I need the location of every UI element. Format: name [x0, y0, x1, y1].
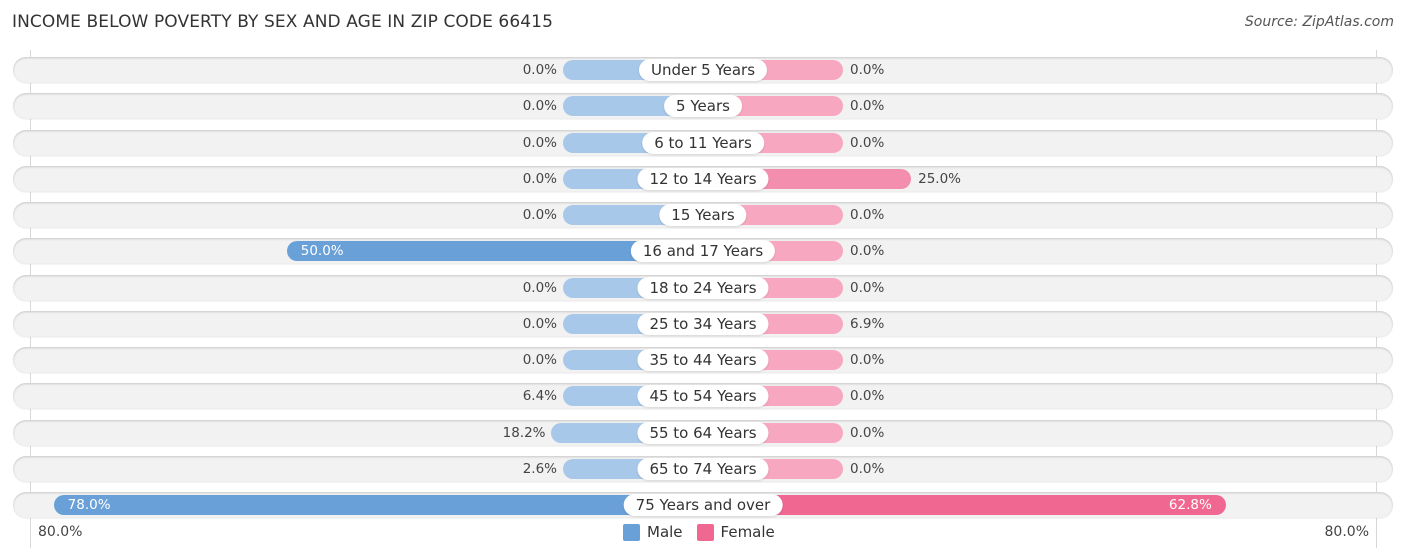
value-label-male: 0.0%	[522, 62, 557, 78]
legend-swatch-female	[696, 523, 714, 541]
value-label-male: 0.0%	[522, 207, 557, 223]
value-label-female: 0.0%	[850, 207, 885, 223]
legend-item-male: Male	[623, 523, 683, 541]
value-label-male: 2.6%	[522, 461, 557, 477]
value-label-male: 0.0%	[522, 316, 557, 332]
legend-item-female: Female	[696, 523, 775, 541]
value-label-female: 6.9%	[850, 316, 885, 332]
category-label: 35 to 44 Years	[637, 349, 769, 371]
category-label: 5 Years	[664, 95, 742, 117]
value-label-male: 18.2%	[502, 425, 546, 441]
value-label-male: 78.0%	[67, 497, 111, 513]
category-label: 15 Years	[659, 204, 747, 226]
value-label-female: 0.0%	[850, 352, 885, 368]
category-label: 75 Years and over	[623, 494, 783, 516]
value-label-female: 0.0%	[850, 243, 885, 259]
value-label-female: 0.0%	[850, 62, 885, 78]
value-label-female: 0.0%	[850, 388, 885, 404]
value-label-male: 0.0%	[522, 98, 557, 114]
category-label: 55 to 64 Years	[637, 422, 769, 444]
category-label: 25 to 34 Years	[637, 313, 769, 335]
source-label: Source: ZipAtlas.com	[1244, 14, 1394, 30]
value-label-female: 0.0%	[850, 461, 885, 477]
legend-label-male: Male	[647, 523, 683, 541]
category-label: 12 to 14 Years	[637, 168, 769, 190]
value-label-female: 0.0%	[850, 425, 885, 441]
value-label-female: 25.0%	[918, 171, 962, 187]
value-label-male: 0.0%	[522, 171, 557, 187]
category-label: 16 and 17 Years	[630, 240, 776, 262]
axis-label-right: 80.0%	[1324, 524, 1369, 540]
value-label-male: 50.0%	[300, 243, 344, 259]
category-label: Under 5 Years	[638, 59, 768, 81]
value-label-male: 0.0%	[522, 280, 557, 296]
value-label-female: 0.0%	[850, 280, 885, 296]
value-label-male: 0.0%	[522, 352, 557, 368]
legend-label-female: Female	[720, 523, 775, 541]
category-label: 18 to 24 Years	[637, 277, 769, 299]
axis-label-left: 80.0%	[38, 524, 83, 540]
value-label-male: 0.0%	[522, 135, 557, 151]
legend-swatch-male	[623, 523, 640, 541]
value-label-female: 0.0%	[850, 135, 885, 151]
value-label-male: 6.4%	[522, 388, 557, 404]
category-label: 65 to 74 Years	[637, 458, 769, 480]
category-label: 6 to 11 Years	[642, 132, 764, 154]
value-label-female: 0.0%	[850, 98, 885, 114]
bar-male	[53, 495, 703, 515]
legend: Male Female	[623, 523, 789, 541]
value-label-female: 62.8%	[1168, 497, 1212, 513]
category-label: 45 to 54 Years	[637, 385, 769, 407]
chart-title: INCOME BELOW POVERTY BY SEX AND AGE IN Z…	[12, 12, 554, 32]
